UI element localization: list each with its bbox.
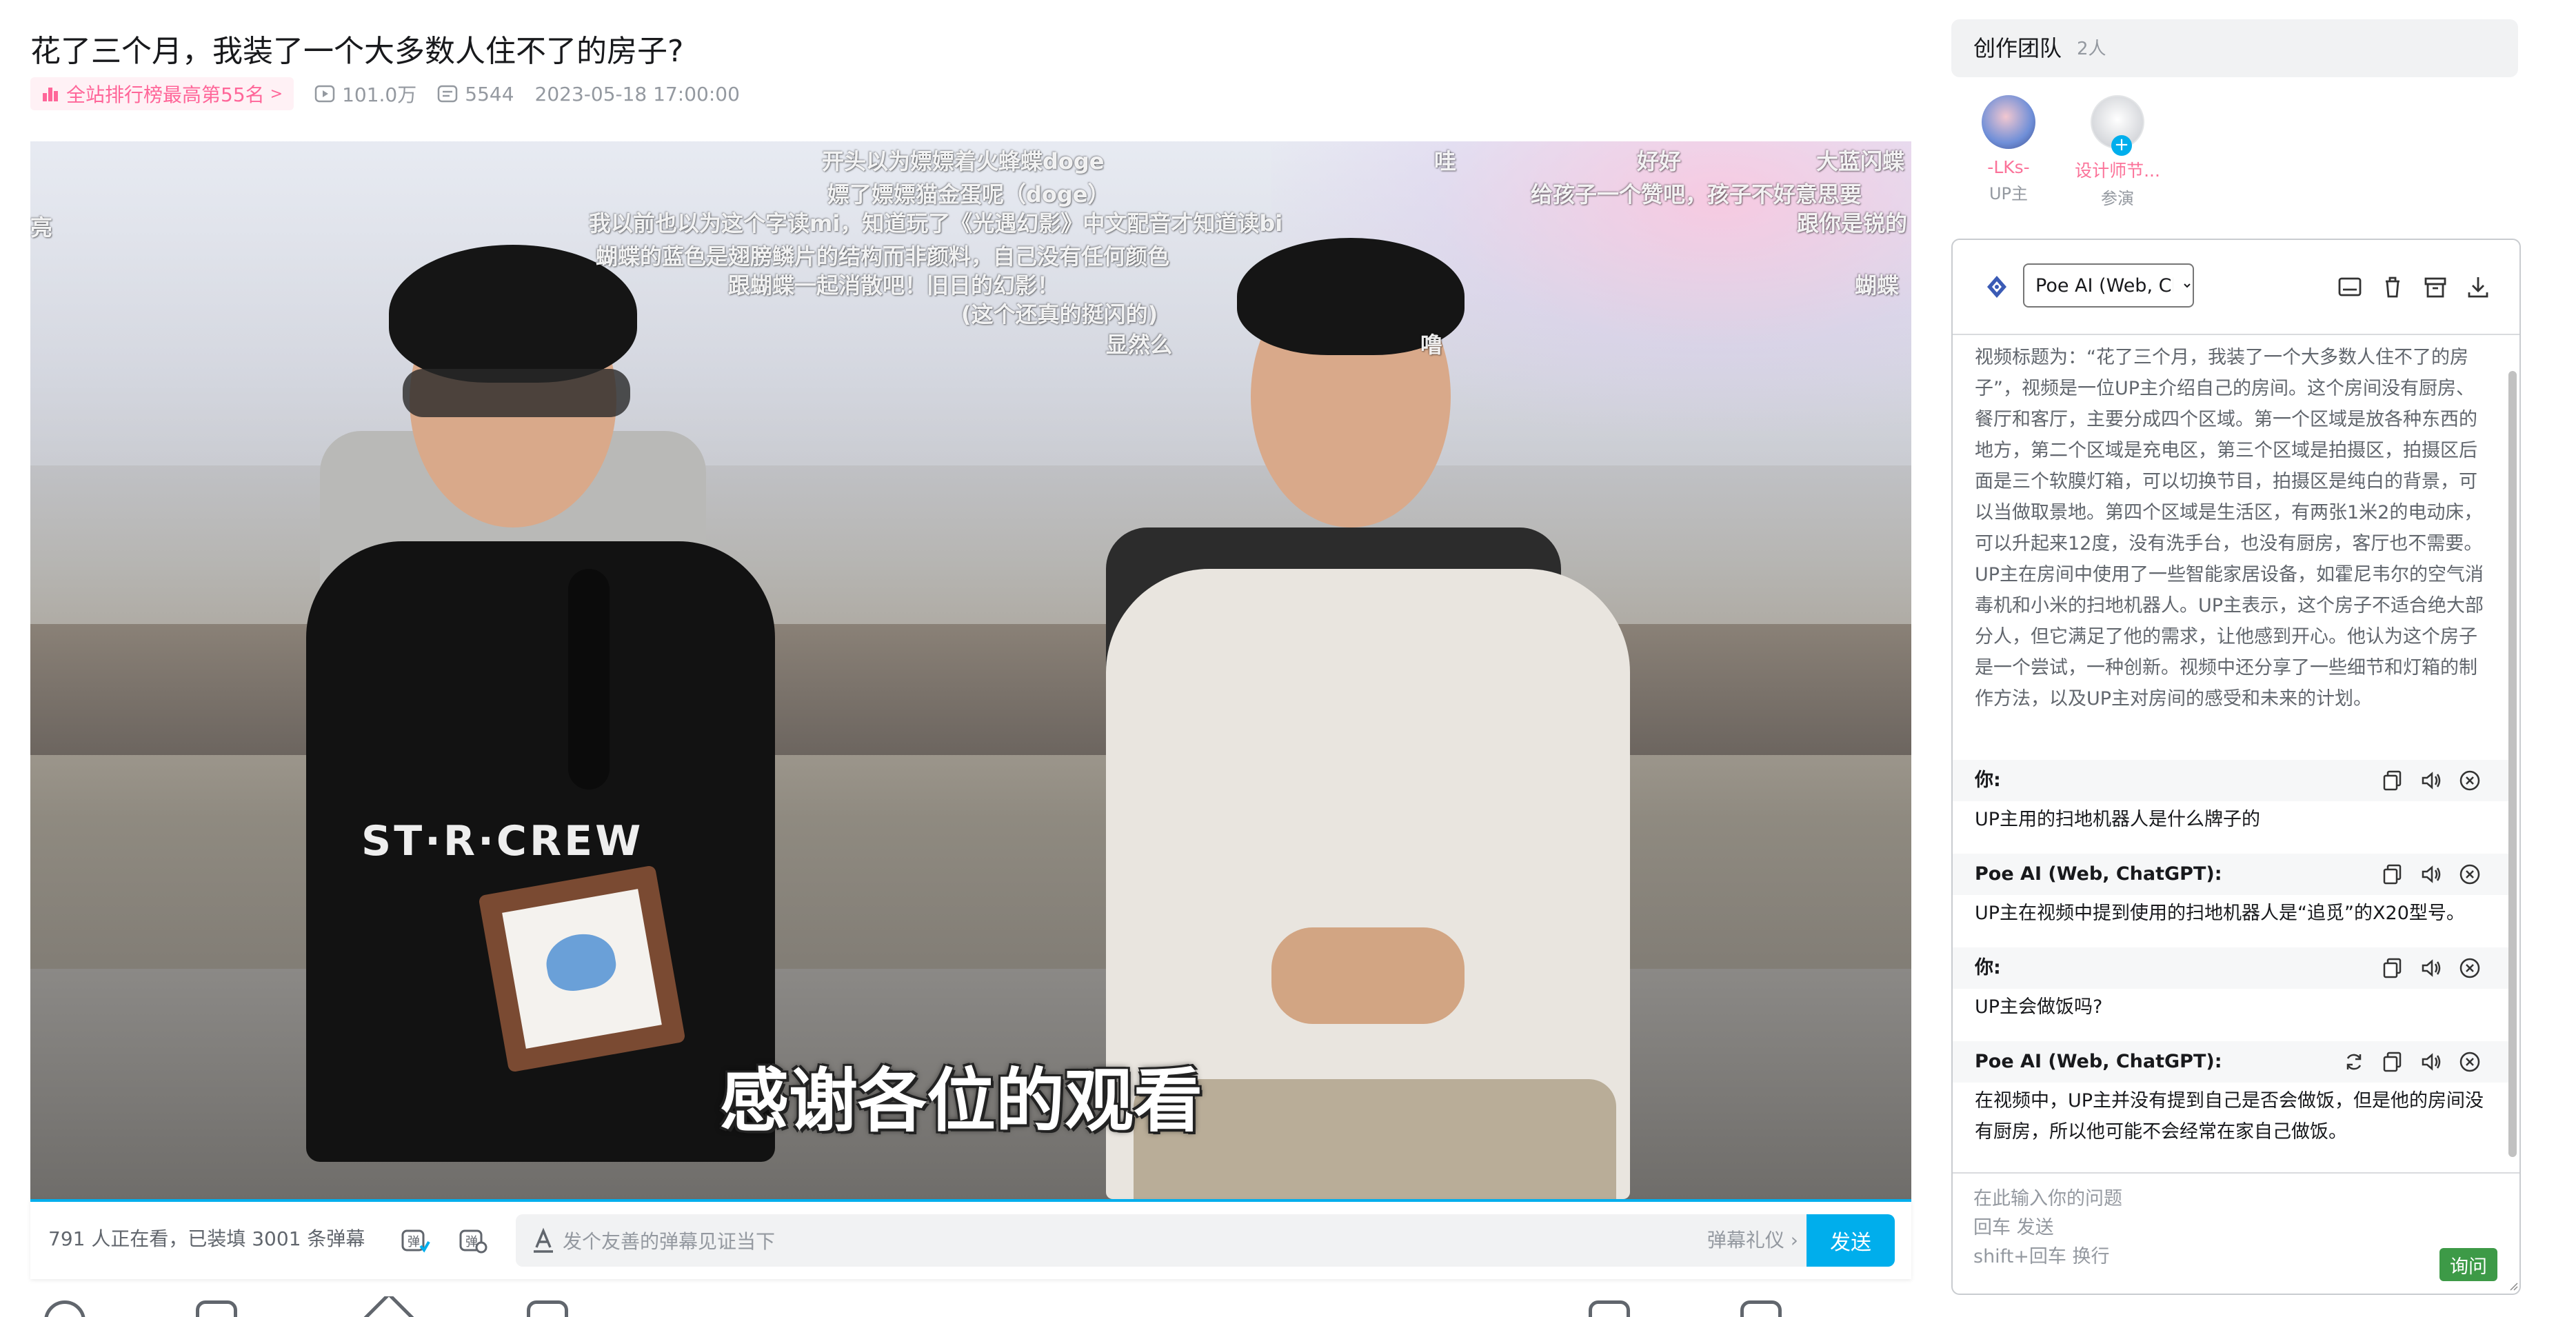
video-title: 花了三个月，我装了一个大多数人住不了的房子? bbox=[30, 34, 684, 69]
butterfly-frame bbox=[478, 865, 686, 1073]
coin-icon[interactable] bbox=[196, 1300, 237, 1317]
danmaku-count: 5544 bbox=[437, 83, 514, 105]
hands bbox=[1271, 927, 1465, 1024]
question-input[interactable] bbox=[1953, 1174, 2519, 1294]
avatar[interactable]: + bbox=[2091, 95, 2144, 156]
rank-icon bbox=[43, 88, 58, 101]
message-text: UP主用的扫地机器人是什么牌子的 bbox=[1975, 809, 2261, 830]
member-name[interactable]: -LKs- bbox=[1964, 157, 2053, 177]
message-header: 你: bbox=[1953, 760, 2510, 801]
ai-input-area: 询问 bbox=[1953, 1172, 2519, 1294]
chat-message: Poe AI (Web, ChatGPT): 在视频中，UP主并没有提到自己是否… bbox=[1953, 1041, 2510, 1165]
speaker-icon[interactable] bbox=[2419, 768, 2444, 793]
copy-icon[interactable] bbox=[2380, 768, 2405, 793]
creator-team-count: 2人 bbox=[2077, 39, 2106, 59]
message-header: Poe AI (Web, ChatGPT): bbox=[1953, 854, 2510, 895]
message-text: 在视频中，UP主并没有提到自己是否会做饭，但是他的房间没有厨房，所以他可能不会经… bbox=[1975, 1090, 2484, 1143]
chat-message: 你: UP主会做饭吗? bbox=[1953, 947, 2510, 1038]
danmaku-input-wrap: 弹幕礼仪 › bbox=[516, 1214, 1826, 1268]
member-role: UP主 bbox=[1989, 184, 2029, 203]
avatar[interactable] bbox=[1982, 95, 2035, 149]
video-summary-text: 视频标题为：“花了三个月，我装了一个大多数人住不了的房子”，视频是一位UP主介绍… bbox=[1975, 347, 2484, 710]
rank-badge[interactable]: 全站排行榜最高第55名 > bbox=[30, 77, 294, 110]
report-icon[interactable] bbox=[1740, 1300, 1782, 1317]
poe-logo-icon bbox=[1987, 276, 2006, 298]
ask-button[interactable]: 询问 bbox=[2439, 1248, 2497, 1281]
ai-chat-body[interactable]: 视频标题为：“花了三个月，我装了一个大多数人住不了的房子”，视频是一位UP主介绍… bbox=[1953, 335, 2519, 1169]
close-circle-icon[interactable] bbox=[2457, 768, 2482, 793]
chat-message: Poe AI (Web, ChatGPT): UP主在视频中提到使用的扫地机器人… bbox=[1953, 854, 2510, 945]
view-count-value: 101.0万 bbox=[342, 83, 417, 106]
team-member[interactable]: + 设计师节... 参演 bbox=[2073, 95, 2162, 209]
danmaku-count-value: 5544 bbox=[465, 82, 514, 105]
message-header: 你: bbox=[1953, 947, 2510, 989]
more-icon[interactable] bbox=[1589, 1300, 1630, 1317]
video-player[interactable]: ST·R·CREW 开头以为嫖嫖着火蜂蝶doge 哇 好好 大蓝闪蝶 嫖了嫖嫖猫… bbox=[30, 141, 1911, 1199]
rank-badge-label: 全站排行榜最高第55名 bbox=[66, 83, 265, 106]
follow-plus-icon[interactable]: + bbox=[2111, 135, 2132, 156]
chat-scrollbar[interactable] bbox=[2508, 371, 2517, 1157]
publish-time: 2023-05-18 17:00:00 bbox=[534, 82, 740, 105]
ai-panel-header: Poe AI (Web, ChatGPT) bbox=[1953, 240, 2519, 335]
close-circle-icon[interactable] bbox=[2457, 956, 2482, 981]
danmaku-send-bar: 791 人正在看，已装填 3001 条弹幕 弹 弹 弹幕礼仪 › 发送 bbox=[30, 1199, 1911, 1279]
message-sender: 你: bbox=[1975, 770, 2001, 791]
message-text: UP主会做饭吗? bbox=[1975, 996, 2103, 1018]
speaker-icon[interactable] bbox=[2419, 956, 2444, 981]
member-role: 参演 bbox=[2101, 189, 2134, 208]
danmaku-toggle-icon[interactable]: 弹 bbox=[400, 1225, 430, 1256]
action-bar-partial bbox=[30, 1296, 1911, 1317]
close-circle-icon[interactable] bbox=[2457, 1049, 2482, 1074]
copy-icon[interactable] bbox=[2380, 956, 2405, 981]
message-sender: 你: bbox=[1975, 957, 2001, 978]
close-circle-icon[interactable] bbox=[2457, 862, 2482, 887]
copy-icon[interactable] bbox=[2380, 1049, 2405, 1074]
message-text: UP主在视频中提到使用的扫地机器人是“追觅”的X20型号。 bbox=[1975, 903, 2465, 924]
speaker-icon[interactable] bbox=[2419, 862, 2444, 887]
viewer-count: 791 人正在看，已装填 3001 条弹幕 bbox=[48, 1227, 365, 1250]
danmaku-settings-icon[interactable]: 弹 bbox=[458, 1225, 488, 1256]
regenerate-icon[interactable] bbox=[2342, 1049, 2366, 1074]
member-name[interactable]: 设计师节... bbox=[2073, 157, 2162, 182]
resize-grip-icon[interactable] bbox=[2508, 1281, 2518, 1291]
pants bbox=[1134, 1079, 1616, 1199]
speaker-icon[interactable] bbox=[2419, 1049, 2444, 1074]
chat-message: 你: UP主用的扫地机器人是什么牌子的 bbox=[1953, 760, 2510, 851]
danmaku-count-icon bbox=[438, 85, 458, 103]
copy-icon[interactable] bbox=[2380, 862, 2405, 887]
microphone-icon bbox=[568, 569, 610, 790]
message-header: Poe AI (Web, ChatGPT): bbox=[1953, 1041, 2510, 1083]
sunglasses-icon bbox=[403, 369, 630, 417]
download-icon[interactable] bbox=[2464, 273, 2492, 301]
text-style-icon[interactable] bbox=[531, 1227, 556, 1254]
favorite-icon[interactable] bbox=[359, 1296, 419, 1317]
view-count: 101.0万 bbox=[314, 80, 416, 108]
shirt-print: ST·R·CREW bbox=[361, 817, 644, 865]
creator-team-header: 创作团队 2人 bbox=[1951, 19, 2518, 77]
share-icon[interactable] bbox=[527, 1300, 568, 1317]
archive-icon[interactable] bbox=[2422, 273, 2449, 301]
like-icon[interactable] bbox=[44, 1300, 85, 1317]
hair-left bbox=[389, 245, 637, 383]
danmaku-input[interactable] bbox=[561, 1214, 1460, 1268]
ai-assistant-panel: Poe AI (Web, ChatGPT) 视频标题为：“花了三个月，我装了一个… bbox=[1951, 239, 2521, 1295]
danmaku-etiquette-link[interactable]: 弹幕礼仪 › bbox=[1707, 1214, 1798, 1267]
hair-right bbox=[1237, 238, 1465, 355]
trash-icon[interactable] bbox=[2379, 273, 2406, 301]
chevron-right-icon: > bbox=[270, 85, 283, 103]
creator-team-title: 创作团队 bbox=[1973, 35, 2062, 61]
send-danmaku-button[interactable]: 发送 bbox=[1807, 1214, 1895, 1267]
subtitle-icon[interactable] bbox=[2336, 273, 2364, 301]
svg-text:弹: 弹 bbox=[407, 1235, 420, 1249]
model-select[interactable]: Poe AI (Web, ChatGPT) bbox=[2023, 263, 2194, 308]
play-count-icon bbox=[314, 85, 335, 103]
video-subtitle: 感谢各位的观看 bbox=[720, 1060, 1203, 1141]
team-member[interactable]: -LKs- UP主 bbox=[1964, 95, 2053, 204]
message-sender: Poe AI (Web, ChatGPT): bbox=[1975, 863, 2222, 885]
video-meta: 全站排行榜最高第55名 > 101.0万 5544 2023-05-18 17:… bbox=[30, 77, 761, 110]
message-sender: Poe AI (Web, ChatGPT): bbox=[1975, 1051, 2222, 1072]
